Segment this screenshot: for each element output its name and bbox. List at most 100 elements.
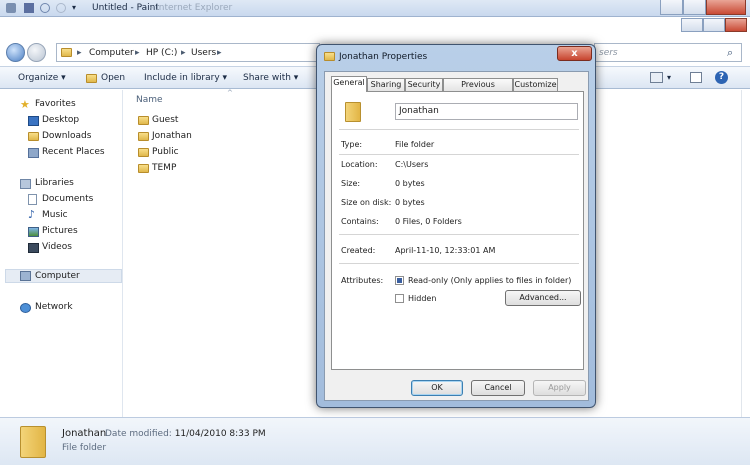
maximize-button[interactable] (683, 0, 706, 15)
tab-customize[interactable]: Customize (513, 78, 558, 91)
videos-icon (28, 243, 39, 253)
created-label: Created: (341, 246, 376, 255)
nav-recent-places[interactable]: Recent Places (0, 146, 123, 160)
explorer-minimize-button[interactable] (681, 18, 703, 32)
list-item[interactable]: Jonathan (136, 130, 316, 144)
file-name: Jonathan (152, 131, 192, 141)
dialog-close-button[interactable]: x (557, 46, 592, 61)
size-on-disk-value: 0 bytes (395, 198, 425, 207)
nav-label: Music (42, 210, 68, 220)
nav-computer[interactable]: Computer (5, 269, 122, 283)
view-dropdown-icon[interactable]: ▾ (667, 73, 671, 82)
search-icon[interactable]: ⌕ (727, 46, 733, 60)
breadcrumb-users[interactable]: Users (191, 48, 216, 58)
nav-label: Recent Places (42, 147, 105, 157)
breadcrumb-separator: ▸ (135, 48, 140, 58)
redo-icon[interactable] (56, 3, 66, 13)
dialog-title: Jonathan Properties (339, 52, 428, 62)
open-button[interactable]: Open (101, 73, 125, 83)
help-icon[interactable]: ? (715, 71, 728, 84)
nav-label: Downloads (42, 131, 92, 141)
save-icon[interactable] (24, 3, 34, 13)
tab-previous-versions[interactable]: Previous Versions (443, 78, 513, 101)
apply-button[interactable]: Apply (533, 380, 586, 396)
folder-icon (345, 102, 361, 122)
nav-label: Network (35, 302, 73, 312)
minimize-button[interactable] (660, 0, 683, 15)
location-label: Location: (341, 160, 378, 169)
size-label: Size: (341, 179, 361, 188)
hidden-checkbox[interactable] (395, 294, 404, 303)
nav-label: Libraries (35, 178, 74, 188)
nav-downloads[interactable]: Downloads (0, 130, 123, 144)
readonly-label[interactable]: Read-only (Only applies to files in fold… (408, 276, 571, 285)
nav-favorites[interactable]: ★ Favorites (0, 98, 123, 112)
tab-general[interactable]: General (331, 76, 367, 92)
breadcrumb-drive[interactable]: HP (C:) (146, 48, 177, 58)
preview-pane-icon[interactable] (690, 72, 702, 83)
advanced-button[interactable]: Advanced... (505, 290, 581, 306)
share-with-button[interactable]: Share with ▾ (243, 73, 298, 83)
list-item[interactable]: Public (136, 146, 316, 160)
folder-icon (138, 116, 149, 125)
paint-title-bar: ▾ Untitled - Paint - Internet Explorer (0, 0, 750, 17)
tab-sharing[interactable]: Sharing (367, 78, 405, 91)
folder-icon (138, 164, 149, 173)
nav-pictures[interactable]: Pictures (0, 225, 123, 239)
readonly-checkbox[interactable] (395, 276, 404, 285)
quick-access-dropdown-icon[interactable]: ▾ (72, 3, 82, 13)
include-in-library-button[interactable]: Include in library ▾ (144, 73, 227, 83)
forward-button[interactable] (27, 43, 46, 62)
organize-button[interactable]: Organize ▾ (18, 73, 66, 83)
folder-icon (138, 148, 149, 157)
folder-icon (138, 132, 149, 141)
details-modified-label: Date modified: (105, 429, 172, 439)
nav-desktop[interactable]: Desktop (0, 114, 123, 128)
music-icon: ♪ (28, 208, 36, 221)
list-item[interactable]: TEMP (136, 162, 316, 176)
sort-up-icon: ^ (227, 89, 233, 97)
nav-libraries[interactable]: Libraries (0, 177, 123, 191)
folder-name-field[interactable]: Jonathan (395, 103, 578, 120)
breadcrumb-separator: ▸ (217, 48, 222, 58)
explorer-maximize-button[interactable] (703, 18, 725, 32)
ok-button[interactable]: OK (411, 380, 463, 396)
paint-app-icon[interactable] (6, 3, 16, 13)
nav-label: Computer (35, 271, 80, 281)
address-bar[interactable]: ▸ Computer ▸ HP (C:) ▸ Users ▸ (56, 43, 320, 62)
cancel-button[interactable]: Cancel (471, 380, 525, 396)
search-placeholder: sers (599, 48, 618, 58)
desktop-icon (28, 116, 39, 126)
contains-value: 0 Files, 0 Folders (395, 217, 462, 226)
tab-security[interactable]: Security (405, 78, 443, 91)
details-pane: Jonathan Date modified: 11/04/2010 8:33 … (0, 417, 750, 465)
hidden-label[interactable]: Hidden (408, 294, 436, 303)
close-button[interactable] (706, 0, 746, 15)
details-type: File folder (62, 443, 107, 453)
undo-icon[interactable] (40, 3, 50, 13)
details-name: Jonathan (62, 428, 107, 439)
scrollbar[interactable] (741, 90, 750, 417)
attributes-label: Attributes: (341, 276, 384, 285)
nav-documents[interactable]: Documents (0, 193, 123, 207)
back-button[interactable] (6, 43, 25, 62)
search-input[interactable]: sers ⌕ (594, 43, 742, 62)
background-window-title: - Internet Explorer (150, 3, 233, 13)
type-label: Type: (341, 140, 363, 149)
nav-label: Pictures (42, 226, 78, 236)
divider (339, 154, 579, 155)
explorer-close-button[interactable] (725, 18, 747, 32)
nav-music[interactable]: ♪ Music (0, 209, 123, 223)
column-header-name[interactable]: Name (136, 95, 163, 105)
breadcrumb-separator: ▸ (77, 48, 82, 58)
paint-window-title: Untitled - Paint (92, 3, 159, 13)
file-name: TEMP (152, 163, 177, 173)
nav-network[interactable]: Network (0, 301, 123, 315)
breadcrumb-computer[interactable]: Computer (89, 48, 134, 58)
nav-videos[interactable]: Videos (0, 241, 123, 255)
recent-places-icon (28, 148, 39, 158)
star-icon: ★ (20, 98, 30, 111)
list-item[interactable]: Guest (136, 114, 316, 128)
divider (339, 234, 579, 235)
change-view-icon[interactable] (650, 72, 663, 83)
